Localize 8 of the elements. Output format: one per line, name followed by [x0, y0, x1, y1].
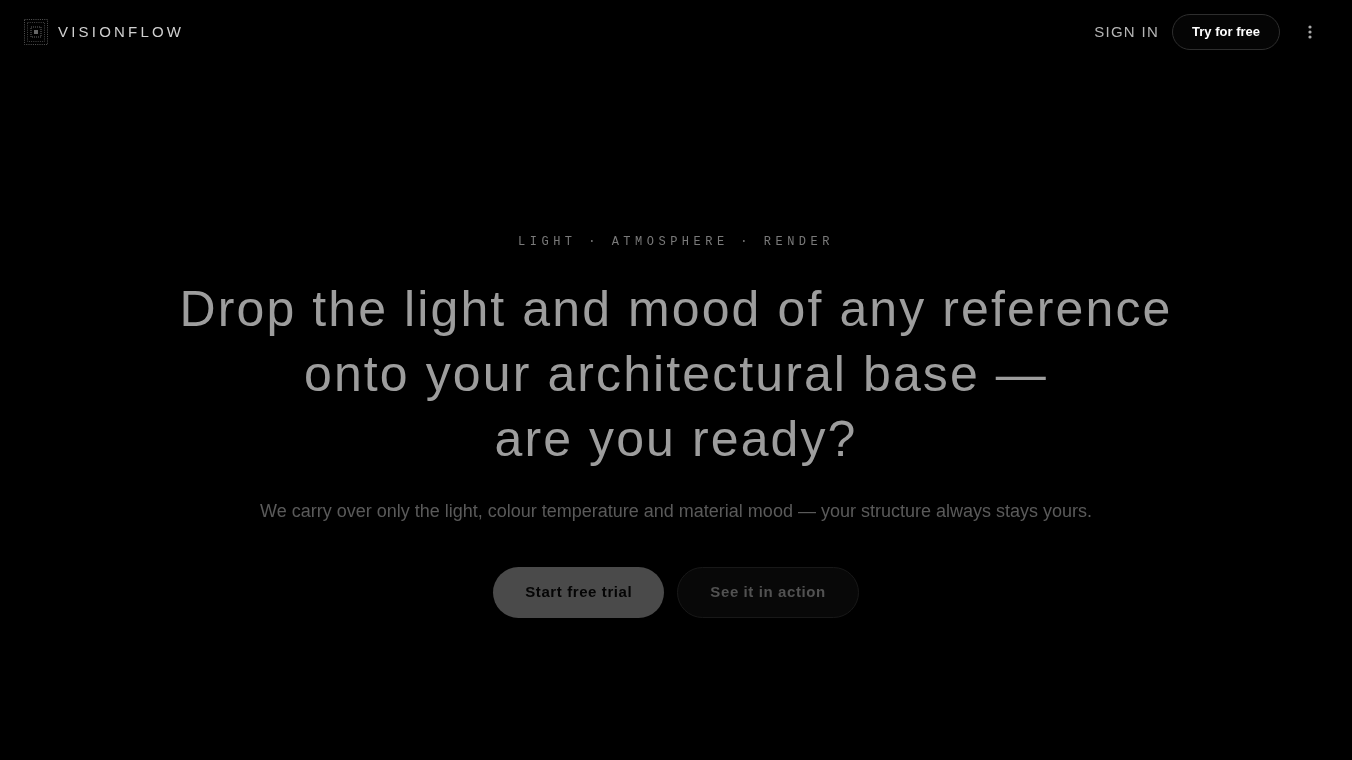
brand-name[interactable]: VISIONFLOW	[58, 20, 185, 44]
hero-subtitle: We carry over only the light, colour temperature and material mood — your structure always stays yours.	[260, 500, 1092, 523]
more-options-icon[interactable]	[1308, 25, 1312, 39]
try-for-free-button[interactable]: Try for free	[1172, 14, 1280, 50]
logo-icon	[24, 19, 48, 45]
sign-in-link[interactable]: SIGN IN	[1094, 20, 1160, 44]
hero-headline: Drop the light and mood of any reference onto your architectural base — are you ready?	[179, 280, 1173, 469]
eyebrow-tagline: LIGHT · ATMOSPHERE · RENDER	[518, 234, 834, 251]
